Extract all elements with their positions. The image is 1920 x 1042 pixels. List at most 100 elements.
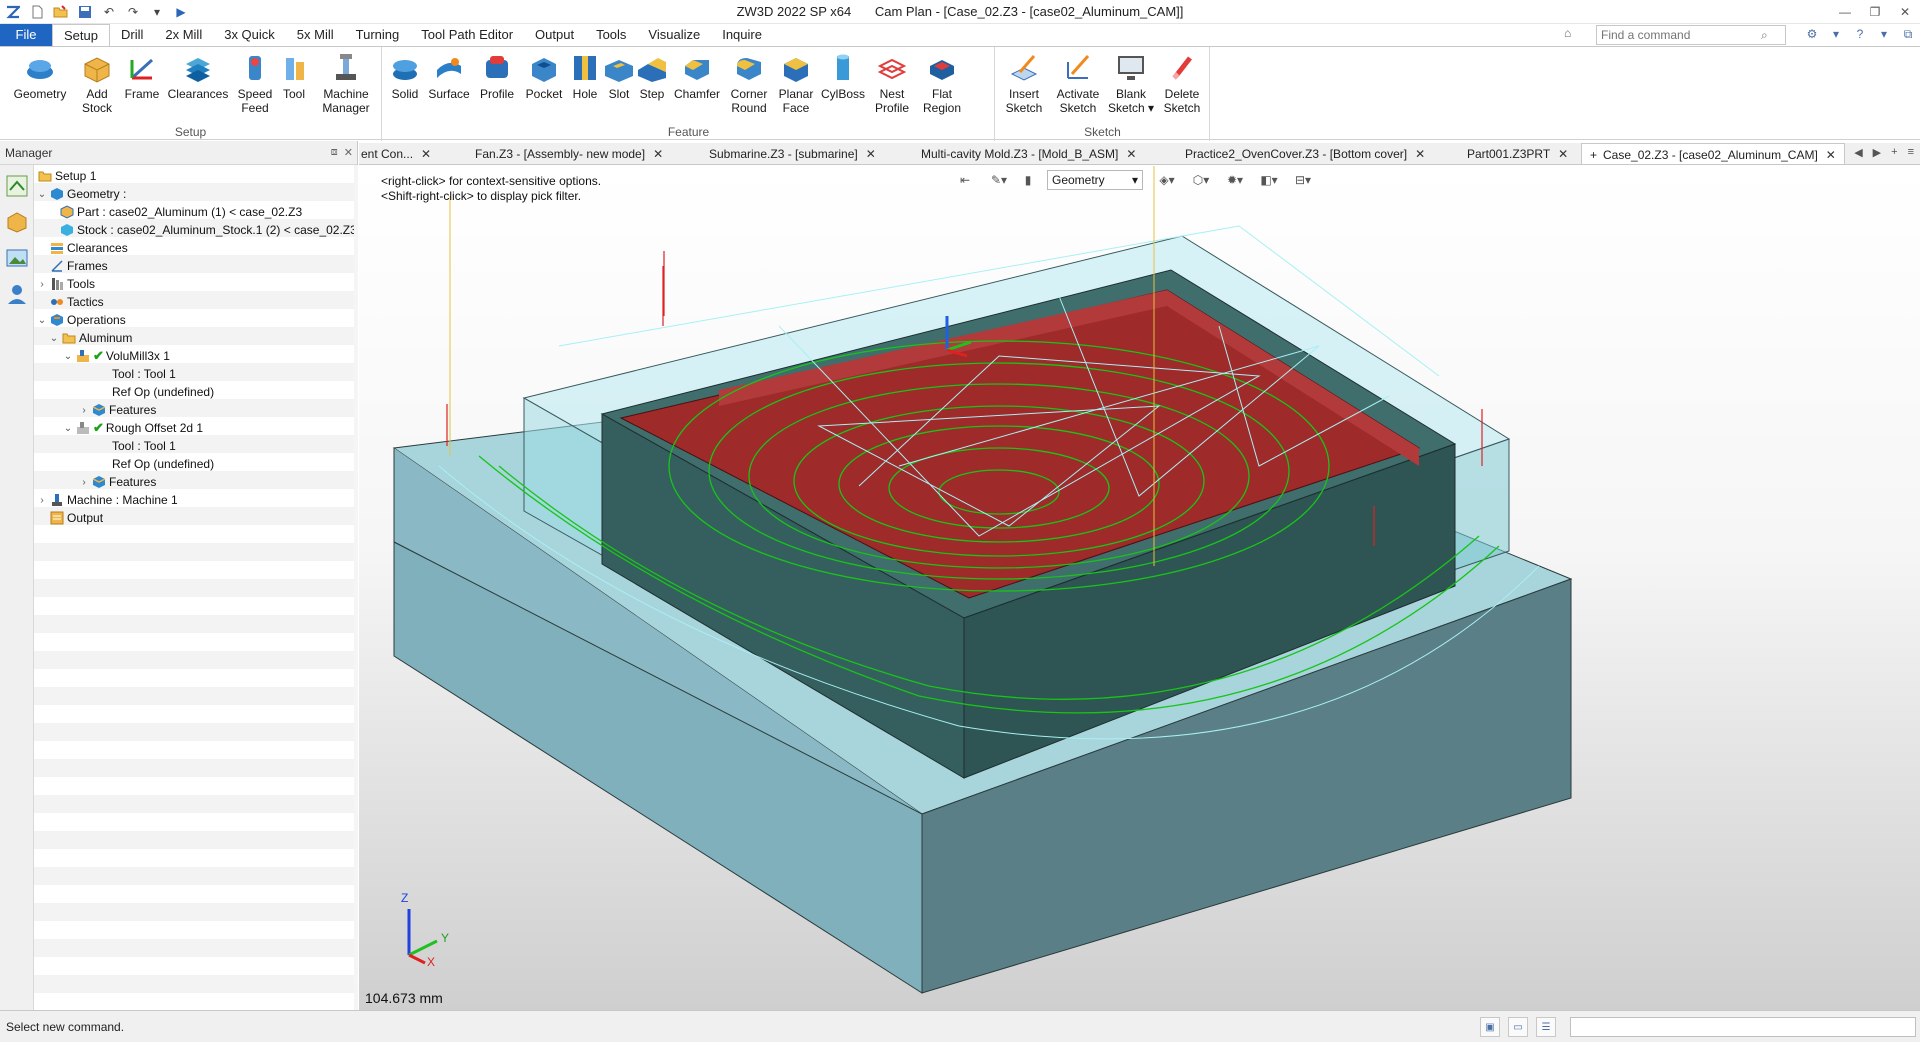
machine-manager-button[interactable]: Machine Manager [314, 51, 378, 115]
save-icon[interactable] [76, 3, 94, 21]
solid-button[interactable]: Solid [385, 51, 425, 101]
help-dropdown-icon[interactable]: ▾ [1876, 26, 1892, 42]
tree-item-volumill-features[interactable]: › Features [78, 401, 156, 419]
play-icon[interactable]: ▶ [172, 3, 190, 21]
menu-tab-5x-mill[interactable]: 5x Mill [286, 24, 345, 46]
add-stock-button[interactable]: Add Stock [72, 51, 122, 115]
menu-tab-tools[interactable]: Tools [585, 24, 637, 46]
tree-item-operations[interactable]: ⌄ Operations [36, 311, 126, 329]
corner-round-button[interactable]: Corner Round [725, 51, 773, 115]
doc-tab-part001[interactable]: Part001.Z3PRT ✕ [1467, 143, 1568, 164]
menu-tab-tool-path-editor[interactable]: Tool Path Editor [410, 24, 524, 46]
manager-close-icon[interactable]: ✕ [344, 146, 353, 159]
search-icon[interactable]: ⌕ [1761, 28, 1768, 43]
tree-item-volumill[interactable]: ⌄ ✔ VoluMill3x 1 [62, 347, 170, 365]
close-tab-icon[interactable]: ✕ [866, 147, 876, 161]
pin-tab-icon[interactable]: + [1590, 148, 1597, 162]
collapse-icon[interactable]: ⌄ [62, 350, 74, 362]
geometry-button[interactable]: Geometry [12, 51, 68, 101]
app-logo-icon[interactable] [4, 3, 22, 21]
cylboss-button[interactable]: CylBoss [819, 51, 867, 101]
doc-tab-fan[interactable]: Fan.Z3 - [Assembly- new mode] ✕ [475, 143, 663, 164]
doc-tab-oven-cover[interactable]: Practice2_OvenCover.Z3 - [Bottom cover] ✕ [1185, 143, 1425, 164]
pick-icon[interactable]: ✎▾ [989, 171, 1009, 189]
menu-tab-drill[interactable]: Drill [110, 24, 154, 46]
menu-tab-file[interactable]: File [0, 24, 52, 46]
menu-tab-visualize[interactable]: Visualize [637, 24, 711, 46]
cam-plan-tab-icon[interactable] [2, 171, 32, 201]
flat-region-button[interactable]: Flat Region [917, 51, 967, 115]
screen-icon[interactable]: ▭ [1508, 1017, 1528, 1037]
tree-item-clearances[interactable]: Clearances [36, 239, 128, 257]
exit-icon[interactable]: ⇤ [955, 171, 975, 189]
pocket-button[interactable]: Pocket [521, 51, 567, 101]
profile-button[interactable]: Profile [475, 51, 519, 101]
collapse-icon[interactable]: ⌄ [62, 422, 74, 434]
menu-tab-inquire[interactable]: Inquire [711, 24, 773, 46]
planar-face-button[interactable]: Planar Face [773, 51, 819, 115]
3d-viewport[interactable]: <right-click> for context-sensitive opti… [359, 166, 1920, 1010]
close-tab-icon[interactable]: ✕ [1415, 147, 1425, 161]
menu-tab-setup[interactable]: Setup [52, 24, 110, 46]
cam-model-view[interactable] [359, 166, 1920, 1010]
insert-sketch-button[interactable]: Insert Sketch [1000, 51, 1048, 115]
doc-tab-case02-active[interactable]: + Case_02.Z3 - [case02_Aluminum_CAM] ✕ [1581, 143, 1845, 164]
doc-tab-mold[interactable]: Multi-cavity Mold.Z3 - [Mold_B_ASM] ✕ [921, 143, 1136, 164]
slot-button[interactable]: Slot [603, 51, 635, 101]
tab-list-icon[interactable]: ≡ [1908, 146, 1914, 159]
tree-item-rough-offset[interactable]: ⌄ ✔ Rough Offset 2d 1 [62, 419, 203, 437]
history-tab-icon[interactable] [2, 207, 32, 237]
dropdown-icon[interactable]: ▾ [1828, 26, 1844, 42]
new-file-icon[interactable] [28, 3, 46, 21]
close-tab-icon[interactable]: ✕ [1126, 147, 1136, 161]
user-tab-icon[interactable] [2, 279, 32, 309]
filter-icon[interactable]: ▮ [1023, 171, 1033, 189]
redo-icon[interactable]: ↷ [124, 3, 142, 21]
chamfer-button[interactable]: Chamfer [671, 51, 723, 101]
home-icon[interactable]: ⌂ [1564, 26, 1580, 42]
pick-filter-select[interactable]: Geometry ▾ [1047, 170, 1143, 190]
doc-tab-truncated[interactable]: ent Con... ✕ [361, 143, 431, 164]
menu-tab-3x-quick[interactable]: 3x Quick [213, 24, 286, 46]
view-cube-icon[interactable]: ◈▾ [1157, 171, 1177, 189]
close-tab-icon[interactable]: ✕ [1826, 148, 1836, 162]
expand-icon[interactable]: › [36, 494, 48, 506]
speed-feed-button[interactable]: Speed Feed [234, 51, 276, 115]
expand-icon[interactable]: › [36, 278, 48, 290]
tab-scroll-left-icon[interactable]: ◀ [1854, 146, 1862, 159]
delete-sketch-button[interactable]: Delete Sketch [1158, 51, 1206, 115]
close-window-icon[interactable]: ✕ [1890, 0, 1920, 24]
menu-tab-turning[interactable]: Turning [345, 24, 411, 46]
tree-item-frames[interactable]: Frames [36, 257, 108, 275]
tree-item-setup[interactable]: Setup 1 [36, 167, 96, 185]
menu-tab-2x-mill[interactable]: 2x Mill [154, 24, 213, 46]
tree-item-stock[interactable]: Stock : case02_Aluminum_Stock.1 (2) < ca… [58, 221, 354, 239]
tree-item-volumill-refop[interactable]: Ref Op (undefined) [112, 383, 214, 401]
step-button[interactable]: Step [635, 51, 669, 101]
tree-item-geometry[interactable]: ⌄ Geometry : [36, 185, 127, 203]
minimize-icon[interactable]: — [1830, 0, 1860, 24]
surface-button[interactable]: Surface [425, 51, 473, 101]
ribbon-collapse-icon[interactable]: ⧉ [1900, 26, 1916, 42]
tree-item-rough-tool[interactable]: Tool : Tool 1 [112, 437, 176, 455]
doc-tab-submarine[interactable]: Submarine.Z3 - [submarine] ✕ [709, 143, 876, 164]
undo-icon[interactable]: ↶ [100, 3, 118, 21]
tree-item-volumill-tool[interactable]: Tool : Tool 1 [112, 365, 176, 383]
tree-item-output[interactable]: Output [36, 509, 103, 527]
collapse-icon[interactable]: ⌄ [36, 188, 48, 200]
shading-icon[interactable]: ✹▾ [1225, 171, 1245, 189]
image-tab-icon[interactable] [2, 243, 32, 273]
collapse-icon[interactable]: ⌄ [36, 314, 48, 326]
command-search[interactable]: ⌕ [1596, 25, 1786, 45]
tree-scrollbar[interactable] [354, 165, 358, 1010]
tree-item-part[interactable]: Part : case02_Aluminum (1) < case_02.Z3 [58, 203, 302, 221]
command-search-input[interactable] [1601, 28, 1761, 42]
new-tab-icon[interactable]: + [1891, 146, 1897, 159]
manager-pin-icon[interactable]: ⧈ [331, 146, 338, 159]
restore-icon[interactable]: ❐ [1860, 0, 1890, 24]
close-tab-icon[interactable]: ✕ [653, 147, 663, 161]
tab-scroll-right-icon[interactable]: ▶ [1873, 146, 1881, 159]
customize-qat-icon[interactable]: ▾ [148, 3, 166, 21]
expand-icon[interactable]: › [78, 476, 90, 488]
tree-item-tools[interactable]: › Tools [36, 275, 95, 293]
